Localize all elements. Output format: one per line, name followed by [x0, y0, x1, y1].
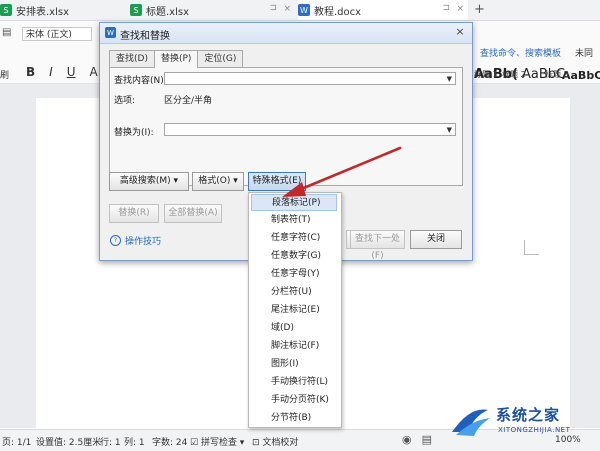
spell-check-button[interactable]: ☑ 拼写检查 ▾	[190, 435, 244, 448]
user-label[interactable]: 未同	[575, 46, 593, 59]
replace-button[interactable]: 替换(R)	[109, 204, 159, 223]
italic-icon[interactable]: I	[49, 65, 53, 79]
advanced-search-button[interactable]: 高级搜索(M) ▾	[109, 172, 189, 191]
watermark: 系统之家 XITONGZHIJIA.NET	[448, 402, 586, 442]
status-col: 列: 1	[124, 438, 145, 448]
pin-icon[interactable]: ⊐	[269, 3, 277, 13]
tab-title-xlsx[interactable]: S 标题.xlsx ⊐ ×	[130, 0, 295, 20]
options-value: 区分全/半角	[164, 96, 213, 106]
close-tab-icon[interactable]: ×	[456, 4, 464, 14]
page-view-icon[interactable]: ▤	[422, 433, 432, 446]
style-caption: 标题 1	[474, 70, 498, 79]
bold-icon[interactable]: B	[26, 65, 35, 79]
tab-label: 安排表.xlsx	[16, 6, 70, 18]
chevron-down-icon[interactable]: ▼	[447, 73, 452, 85]
dialog-tabs: 查找(D) 替换(P) 定位(G)	[109, 50, 244, 68]
style-caption: 标题 2	[502, 70, 526, 79]
annotation-arrow-icon	[282, 146, 402, 197]
watermark-url: XITONGZHIJIA.NET	[498, 426, 571, 434]
tab-find[interactable]: 查找(D)	[109, 50, 155, 67]
menu-item-tab-char[interactable]: 制表符(T)	[251, 212, 337, 229]
new-tab-icon[interactable]: +	[474, 2, 485, 17]
tab-tutorial-docx[interactable]: W 教程.docx ⊐ ×	[298, 0, 468, 20]
dialog-title-bar[interactable]: W 查找和替换 ×	[100, 23, 472, 44]
close-tab-icon[interactable]: ×	[283, 4, 291, 14]
font-name-select[interactable]: 宋体 (正文)	[22, 27, 92, 41]
find-command-search[interactable]: 查找命令、搜索模板	[480, 46, 561, 59]
eye-icon[interactable]: ◉	[402, 433, 412, 446]
dialog-close-icon[interactable]: ×	[453, 25, 467, 39]
page-corner-mark	[524, 240, 539, 255]
watermark-logo-icon	[452, 409, 490, 436]
replace-with-input[interactable]: ▼	[164, 123, 456, 136]
find-what-input[interactable]: ▼	[164, 72, 456, 85]
wps-writer-icon: W	[105, 27, 116, 38]
options-label: 选项:	[114, 96, 136, 106]
dialog-title: 查找和替换	[120, 31, 170, 42]
operation-tips-link[interactable]: ? 操作技巧	[110, 234, 161, 247]
help-icon: ?	[110, 235, 121, 246]
status-page: 页: 1/1	[2, 438, 32, 448]
underline-icon[interactable]: U	[67, 65, 76, 79]
status-line: 行: 1	[100, 438, 121, 448]
menu-item-footnote-mark[interactable]: 脚注标记(F)	[251, 338, 337, 355]
menu-item-any-digit[interactable]: 任意数字(G)	[251, 248, 337, 265]
word-icon: W	[298, 4, 310, 16]
format-button[interactable]: 格式(O) ▾	[192, 172, 244, 191]
close-button[interactable]: 关闭	[410, 230, 462, 249]
replace-with-label: 替换为(I):	[114, 128, 154, 138]
tab-label: 标题.xlsx	[146, 6, 190, 18]
paste-icon[interactable]: ▤	[2, 27, 11, 38]
tab-replace[interactable]: 替换(P)	[153, 50, 199, 68]
format-painter-label[interactable]: 刷	[0, 68, 9, 81]
menu-item-any-letter[interactable]: 任意字母(Y)	[251, 266, 337, 283]
status-setting: 设置值: 2.5厘米	[36, 438, 102, 448]
tab-schedule-xlsx[interactable]: S 安排表.xlsx	[0, 0, 120, 20]
pin-icon[interactable]: ⊐	[442, 3, 450, 13]
status-words: 字数: 24	[152, 438, 188, 448]
format-icons: B I U A	[26, 65, 98, 79]
watermark-title: 系统之家	[496, 406, 561, 424]
excel-icon: S	[0, 4, 12, 16]
excel-icon: S	[130, 4, 142, 16]
replace-all-button[interactable]: 全部替换(A)	[164, 204, 222, 223]
menu-item-column-break[interactable]: 分栏符(U)	[251, 284, 337, 301]
menu-item-manual-page-break[interactable]: 手动分页符(K)	[251, 392, 337, 409]
find-what-label: 查找内容(N):	[114, 76, 167, 86]
quick-access-icons: ▤	[2, 27, 11, 38]
view-icons: ◉ ▤	[402, 433, 432, 446]
document-tabs-bar: S 安排表.xlsx S 标题.xlsx ⊐ × W 教程.docx ⊐ × +	[0, 0, 600, 21]
tab-goto[interactable]: 定位(G)	[197, 50, 244, 67]
menu-item-any-char[interactable]: 任意字符(C)	[251, 230, 337, 247]
menu-item-section-break[interactable]: 分节符(B)	[251, 410, 337, 427]
proofread-button[interactable]: ⊡ 文档校对	[252, 435, 298, 448]
tab-label: 教程.docx	[314, 6, 362, 18]
find-next-button[interactable]: 查找下一处(F)	[350, 230, 405, 261]
menu-item-endnote-mark[interactable]: 尾注标记(E)	[251, 302, 337, 319]
font-color-icon[interactable]: A	[90, 65, 98, 79]
style-caption: 标题 3	[545, 70, 569, 79]
menu-item-graphic[interactable]: 图形(I)	[251, 356, 337, 373]
chevron-down-icon[interactable]: ▼	[447, 124, 452, 136]
special-format-menu: 段落标记(P) 制表符(T) 任意字符(C) 任意数字(G) 任意字母(Y) 分…	[248, 192, 342, 428]
menu-item-field[interactable]: 域(D)	[251, 320, 337, 337]
menu-item-manual-line-break[interactable]: 手动换行符(L)	[251, 374, 337, 391]
